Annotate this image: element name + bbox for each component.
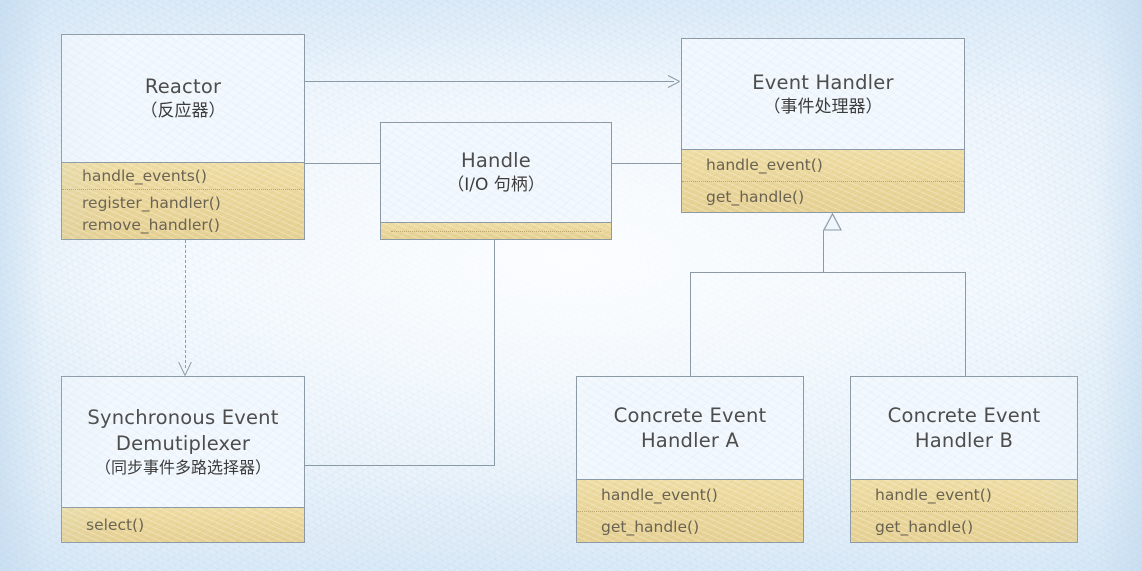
class-methods-event-handler: handle_event() get_handle(): [682, 149, 964, 212]
class-methods-reactor: handle_events() register_handler() remov…: [62, 161, 304, 239]
method-item[interactable]: register_handler(): [82, 195, 304, 216]
method-item[interactable]: remove_handler(): [82, 216, 304, 233]
diagram-canvas: Reactor （反应器） handle_events() register_h…: [0, 0, 1142, 571]
class-header-event-handler: Event Handler （事件处理器）: [682, 39, 964, 149]
edge-generalization-bus: [690, 272, 966, 273]
edge-generalization-drop-a: [690, 272, 691, 376]
class-box-concrete-event-handler-b[interactable]: Concrete Event Handler B handle_event() …: [850, 376, 1078, 543]
class-header-concrete-event-handler-b: Concrete Event Handler B: [851, 377, 1077, 479]
method-item[interactable]: get_handle(): [851, 510, 1077, 542]
class-name-concrete-event-handler-b: Concrete Event Handler B: [887, 403, 1041, 453]
class-header-sync-event-demultiplexer: Synchronous Event Demutiplexer （同步事件多路选择…: [62, 377, 304, 507]
class-header-concrete-event-handler-a: Concrete Event Handler A: [577, 377, 803, 479]
method-item[interactable]: get_handle(): [682, 180, 964, 212]
method-item[interactable]: handle_event(): [577, 480, 803, 510]
method-group: register_handler() remove_handler(): [62, 189, 304, 239]
class-name-reactor: Reactor: [144, 74, 222, 98]
generalization-triangle-icon: [823, 213, 842, 231]
edge-handle-to-sync-demux-vertical: [494, 240, 495, 466]
edge-reactor-to-sync-demux-line: [185, 240, 186, 368]
method-item[interactable]: handle_events(): [62, 163, 304, 189]
class-name-event-handler: Event Handler: [752, 70, 894, 94]
method-item[interactable]: select(): [62, 508, 304, 542]
method-separator: [391, 230, 601, 232]
class-header-reactor: Reactor （反应器）: [62, 35, 304, 162]
class-name-sync-event-demultiplexer: Synchronous Event Demutiplexer: [87, 406, 279, 455]
class-methods-handle: [381, 222, 611, 239]
edge-reactor-to-handle-line: [305, 163, 381, 164]
class-methods-concrete-event-handler-a: handle_event() get_handle(): [577, 479, 803, 542]
class-box-handle[interactable]: Handle （I/O 句柄）: [380, 122, 612, 240]
edge-generalization-stem: [823, 230, 824, 273]
edge-generalization-drop-b: [965, 272, 966, 376]
method-item[interactable]: handle_event(): [851, 480, 1077, 510]
method-item[interactable]: handle_event(): [682, 150, 964, 180]
edge-reactor-to-event-handler-arrowhead: [668, 75, 679, 87]
class-name-concrete-event-handler-a: Concrete Event Handler A: [613, 403, 767, 453]
class-name-cn-handle: （I/O 句柄）: [447, 175, 545, 196]
class-methods-sync-event-demultiplexer: select(): [62, 506, 304, 542]
edge-reactor-to-event-handler-line: [305, 81, 674, 82]
class-box-reactor[interactable]: Reactor （反应器） handle_events() register_h…: [61, 34, 305, 240]
class-methods-concrete-event-handler-b: handle_event() get_handle(): [851, 479, 1077, 542]
method-item[interactable]: get_handle(): [577, 510, 803, 542]
class-name-cn-event-handler: （事件处理器）: [763, 97, 883, 118]
class-box-concrete-event-handler-a[interactable]: Concrete Event Handler A handle_event() …: [576, 376, 804, 543]
class-name-handle: Handle: [461, 149, 531, 173]
class-header-handle: Handle （I/O 句柄）: [381, 123, 611, 222]
edge-handle-to-event-handler-line: [612, 163, 682, 164]
class-name-cn-sync-event-demultiplexer: （同步事件多路选择器）: [94, 458, 271, 478]
class-box-sync-event-demultiplexer[interactable]: Synchronous Event Demutiplexer （同步事件多路选择…: [61, 376, 305, 543]
edge-handle-to-sync-demux-horizontal: [305, 465, 495, 466]
class-box-event-handler[interactable]: Event Handler （事件处理器） handle_event() get…: [681, 38, 965, 213]
class-name-cn-reactor: （反应器）: [140, 101, 226, 122]
